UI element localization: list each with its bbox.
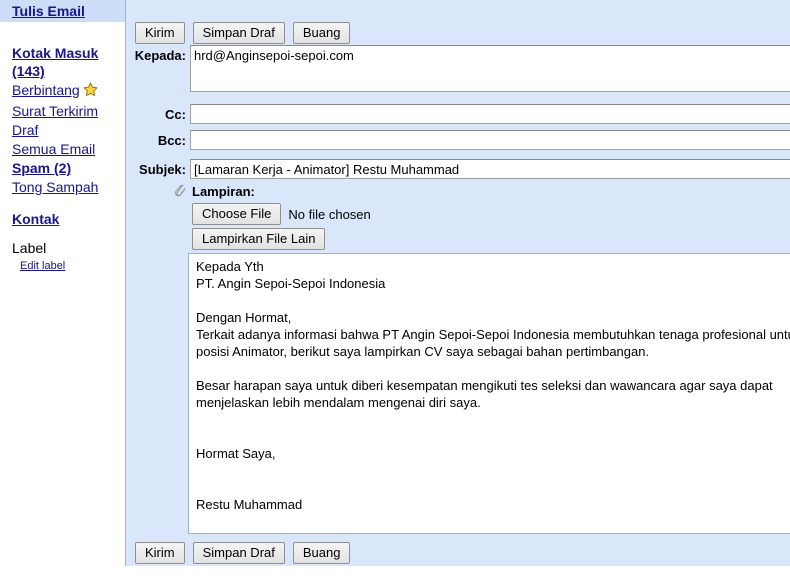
compose-panel: Kirim Simpan Draf Buang Kepada: hrd@Angi… — [125, 0, 790, 566]
to-input[interactable]: hrd@Anginsepoi-sepoi.com — [190, 45, 790, 92]
subject-input[interactable] — [190, 159, 790, 179]
attachment-header: Lampiran: — [126, 184, 386, 199]
cc-input[interactable] — [190, 104, 790, 124]
send-button-bottom[interactable]: Kirim — [135, 542, 185, 564]
sidebar-item-inbox[interactable]: Kotak Masuk (143) — [12, 44, 112, 80]
sidebar-item-sent[interactable]: Surat Terkirim — [12, 102, 125, 120]
sidebar-contacts-section: Kontak — [12, 210, 59, 229]
file-chooser-row: Choose File No file chosen — [192, 203, 371, 225]
cc-field-label: Cc: — [165, 107, 186, 122]
to-field-row: Kepada: hrd@Anginsepoi-sepoi.com — [126, 45, 790, 92]
sidebar-item-starred[interactable]: Berbintang — [12, 82, 80, 98]
message-body-textarea[interactable]: Kepada Yth PT. Angin Sepoi-Sepoi Indones… — [188, 253, 790, 534]
subject-field-row: Subjek: — [126, 159, 790, 179]
sidebar-item-contacts[interactable]: Kontak — [12, 210, 59, 228]
compose-email-link[interactable]: Tulis Email — [12, 3, 85, 19]
to-field-label: Kepada: — [134, 48, 186, 63]
bcc-field-row: Bcc: — [126, 130, 790, 150]
cc-field-row: Cc: — [126, 104, 790, 124]
bcc-field-label: Bcc: — [157, 133, 186, 148]
discard-button-bottom[interactable]: Buang — [292, 542, 351, 564]
bcc-input[interactable] — [190, 130, 790, 150]
compose-toolbar-bottom: Kirim Simpan Draf Buang — [135, 542, 351, 564]
discard-button-top[interactable]: Buang — [292, 22, 351, 44]
sidebar: Tulis Email Kotak Masuk (143) Berbintang… — [0, 0, 125, 576]
attachment-label: Lampiran: — [192, 184, 255, 199]
paperclip-icon — [126, 184, 192, 199]
sidebar-item-trash[interactable]: Tong Sampah — [12, 178, 125, 196]
star-icon — [83, 82, 98, 102]
edit-label-link[interactable]: Edit label — [20, 260, 65, 272]
label-section-title: Label — [12, 240, 47, 256]
save-draft-button-top[interactable]: Simpan Draf — [192, 22, 285, 44]
message-body-container: Kepada Yth PT. Angin Sepoi-Sepoi Indones… — [188, 253, 790, 534]
choose-file-button[interactable]: Choose File — [192, 203, 282, 225]
subject-field-label: Subjek: — [139, 162, 186, 177]
save-draft-button-bottom[interactable]: Simpan Draf — [192, 542, 285, 564]
attach-other-file-row: Lampirkan File Lain — [192, 228, 326, 250]
attach-other-file-button[interactable]: Lampirkan File Lain — [192, 228, 326, 250]
sidebar-item-all-mail[interactable]: Semua Email — [12, 140, 125, 158]
no-file-chosen-text: No file chosen — [288, 206, 371, 222]
sidebar-label-section: Label Edit label — [12, 240, 65, 272]
sidebar-item-spam[interactable]: Spam (2) — [12, 159, 125, 177]
send-button-top[interactable]: Kirim — [135, 22, 185, 44]
sidebar-nav: Kotak Masuk (143) Berbintang Surat Terki… — [12, 44, 125, 197]
sidebar-item-drafts[interactable]: Draf — [12, 121, 125, 139]
compose-toolbar-top: Kirim Simpan Draf Buang — [135, 22, 351, 44]
